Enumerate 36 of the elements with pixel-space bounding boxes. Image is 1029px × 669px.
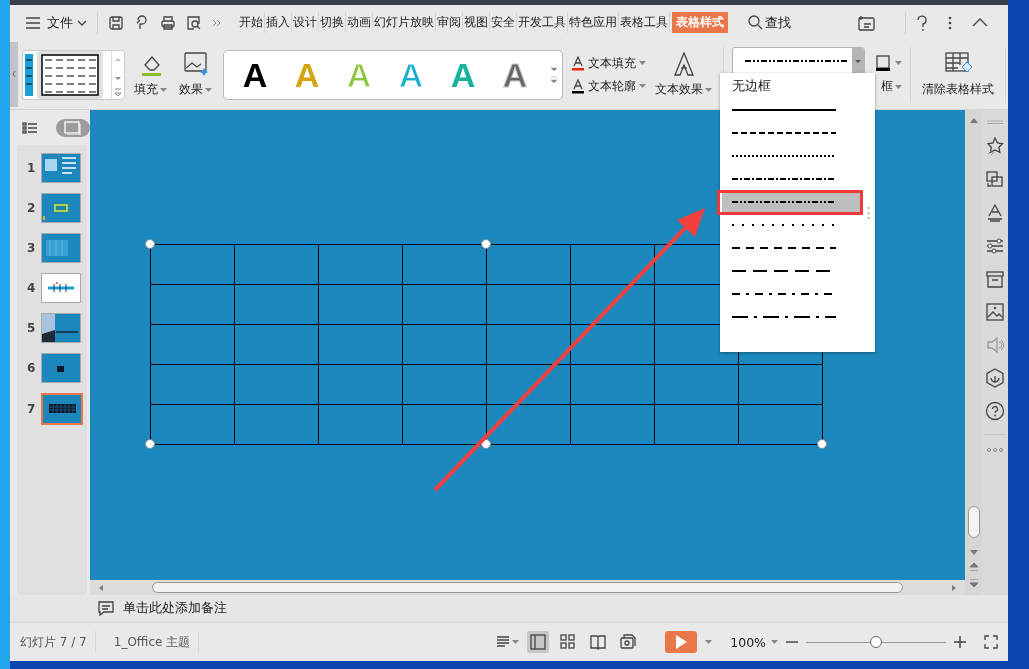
ribbon-tab[interactable]: 开始	[238, 12, 265, 33]
zoom-level[interactable]: 100%	[730, 634, 778, 650]
slide-number: 4	[27, 281, 35, 295]
slide-number: 1	[27, 161, 35, 175]
notes-placeholder[interactable]: 单击此处添加备注	[123, 600, 227, 617]
ribbon-tab[interactable]: 切换	[319, 12, 346, 33]
search-button[interactable]: 查找	[742, 12, 797, 33]
effects-button[interactable]: 效果	[176, 51, 215, 98]
slide-number: 5	[27, 321, 35, 335]
ribbon-tab[interactable]: 设计	[292, 12, 319, 33]
ribbon-tab[interactable]: 安全	[490, 12, 517, 33]
theme-name[interactable]: 1_Office 主题	[103, 633, 191, 651]
clear-table-style-button[interactable]: 清除表格样式	[919, 51, 998, 98]
ribbon-tab[interactable]: 开发工具	[517, 12, 568, 33]
notes-field[interactable]: 单击此处添加备注	[90, 595, 1008, 622]
wordart-style[interactable]: A	[498, 56, 532, 93]
ribbon-tab[interactable]: 插入	[265, 12, 292, 33]
slide-counter: 幻灯片 7 / 7	[19, 633, 87, 651]
menu-item[interactable]: 无边框	[722, 76, 863, 97]
border-button[interactable]: 框	[871, 54, 903, 95]
text-effects-button[interactable]: 文本效果	[652, 51, 715, 98]
ribbon-tab[interactable]: 视图	[463, 12, 490, 33]
slide-number: 7	[27, 402, 35, 416]
slide-number: 3	[27, 241, 35, 255]
slide-number: 2	[27, 201, 35, 215]
ribbon-tab[interactable]: 幻灯片放映	[373, 12, 436, 33]
ribbon-tab[interactable]: 表格工具	[619, 12, 670, 33]
wordart-style[interactable]: A	[238, 56, 272, 93]
slide-number: 6	[27, 361, 35, 375]
file-menu[interactable]: 文件	[41, 13, 77, 32]
ribbon-tab[interactable]: 特色应用	[568, 12, 619, 33]
ribbon-tab[interactable]: 审阅	[436, 12, 463, 33]
text-outline-button[interactable]: 文本轮廓	[571, 77, 646, 95]
fill-button[interactable]: 填充	[131, 51, 170, 98]
text-fill-button[interactable]: 文本填充	[571, 54, 646, 72]
ribbon-tab[interactable]: 动画	[346, 12, 373, 33]
